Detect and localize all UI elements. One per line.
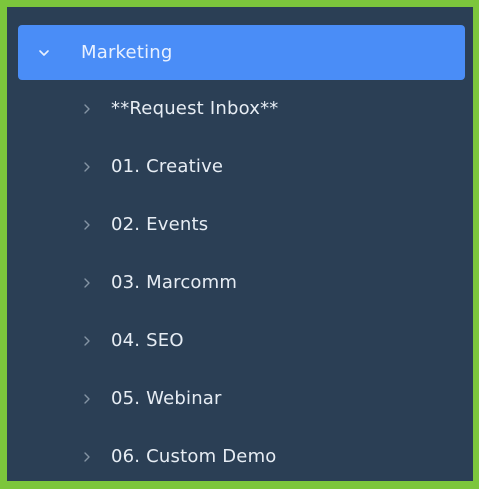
- chevron-right-icon: [79, 391, 95, 407]
- sidebar-item-label: 02. Events: [111, 214, 209, 235]
- sidebar-item-label: 05. Webinar: [111, 388, 222, 409]
- sidebar-item-events[interactable]: 02. Events: [7, 196, 473, 254]
- sidebar-item-label: 01. Creative: [111, 156, 224, 177]
- sidebar-item-request-inbox[interactable]: **Request Inbox**: [7, 80, 473, 138]
- sidebar-item-marcomm[interactable]: 03. Marcomm: [7, 254, 473, 312]
- chevron-down-icon-svg: [39, 49, 49, 56]
- chevron-right-icon-svg: [84, 162, 90, 172]
- sidebar-item-custom-demo[interactable]: 06. Custom Demo: [7, 428, 473, 481]
- sidebar-item-label: **Request Inbox**: [111, 98, 279, 119]
- chevron-right-icon-svg: [84, 278, 90, 288]
- chevron-right-icon-svg: [84, 452, 90, 462]
- sidebar-item-label: 06. Custom Demo: [111, 446, 277, 467]
- chevron-right-icon: [79, 101, 95, 117]
- sidebar-item-label: Marketing: [81, 41, 173, 63]
- sidebar-item-webinar[interactable]: 05. Webinar: [7, 370, 473, 428]
- chevron-right-icon: [79, 217, 95, 233]
- chevron-right-icon-svg: [84, 336, 90, 346]
- sidebar-item-seo[interactable]: 04. SEO: [7, 312, 473, 370]
- chevron-right-icon: [79, 333, 95, 349]
- sidebar-item-label: 03. Marcomm: [111, 272, 238, 293]
- chevron-down-icon: [35, 44, 53, 62]
- sidebar-item-label: 04. SEO: [111, 330, 184, 351]
- chevron-right-icon-svg: [84, 104, 90, 114]
- chevron-right-icon-svg: [84, 220, 90, 230]
- chevron-right-icon: [79, 275, 95, 291]
- sidebar-item-marketing[interactable]: Marketing: [18, 25, 465, 80]
- chevron-right-icon-svg: [84, 394, 90, 404]
- sidebar-item-creative[interactable]: 01. Creative: [7, 138, 473, 196]
- sidebar-child-list: **Request Inbox** 01. Creative 02. Event…: [7, 80, 473, 481]
- chevron-right-icon: [79, 159, 95, 175]
- sidebar-panel: Marketing **Request Inbox** 01. Creative: [7, 7, 473, 481]
- chevron-right-icon: [79, 449, 95, 465]
